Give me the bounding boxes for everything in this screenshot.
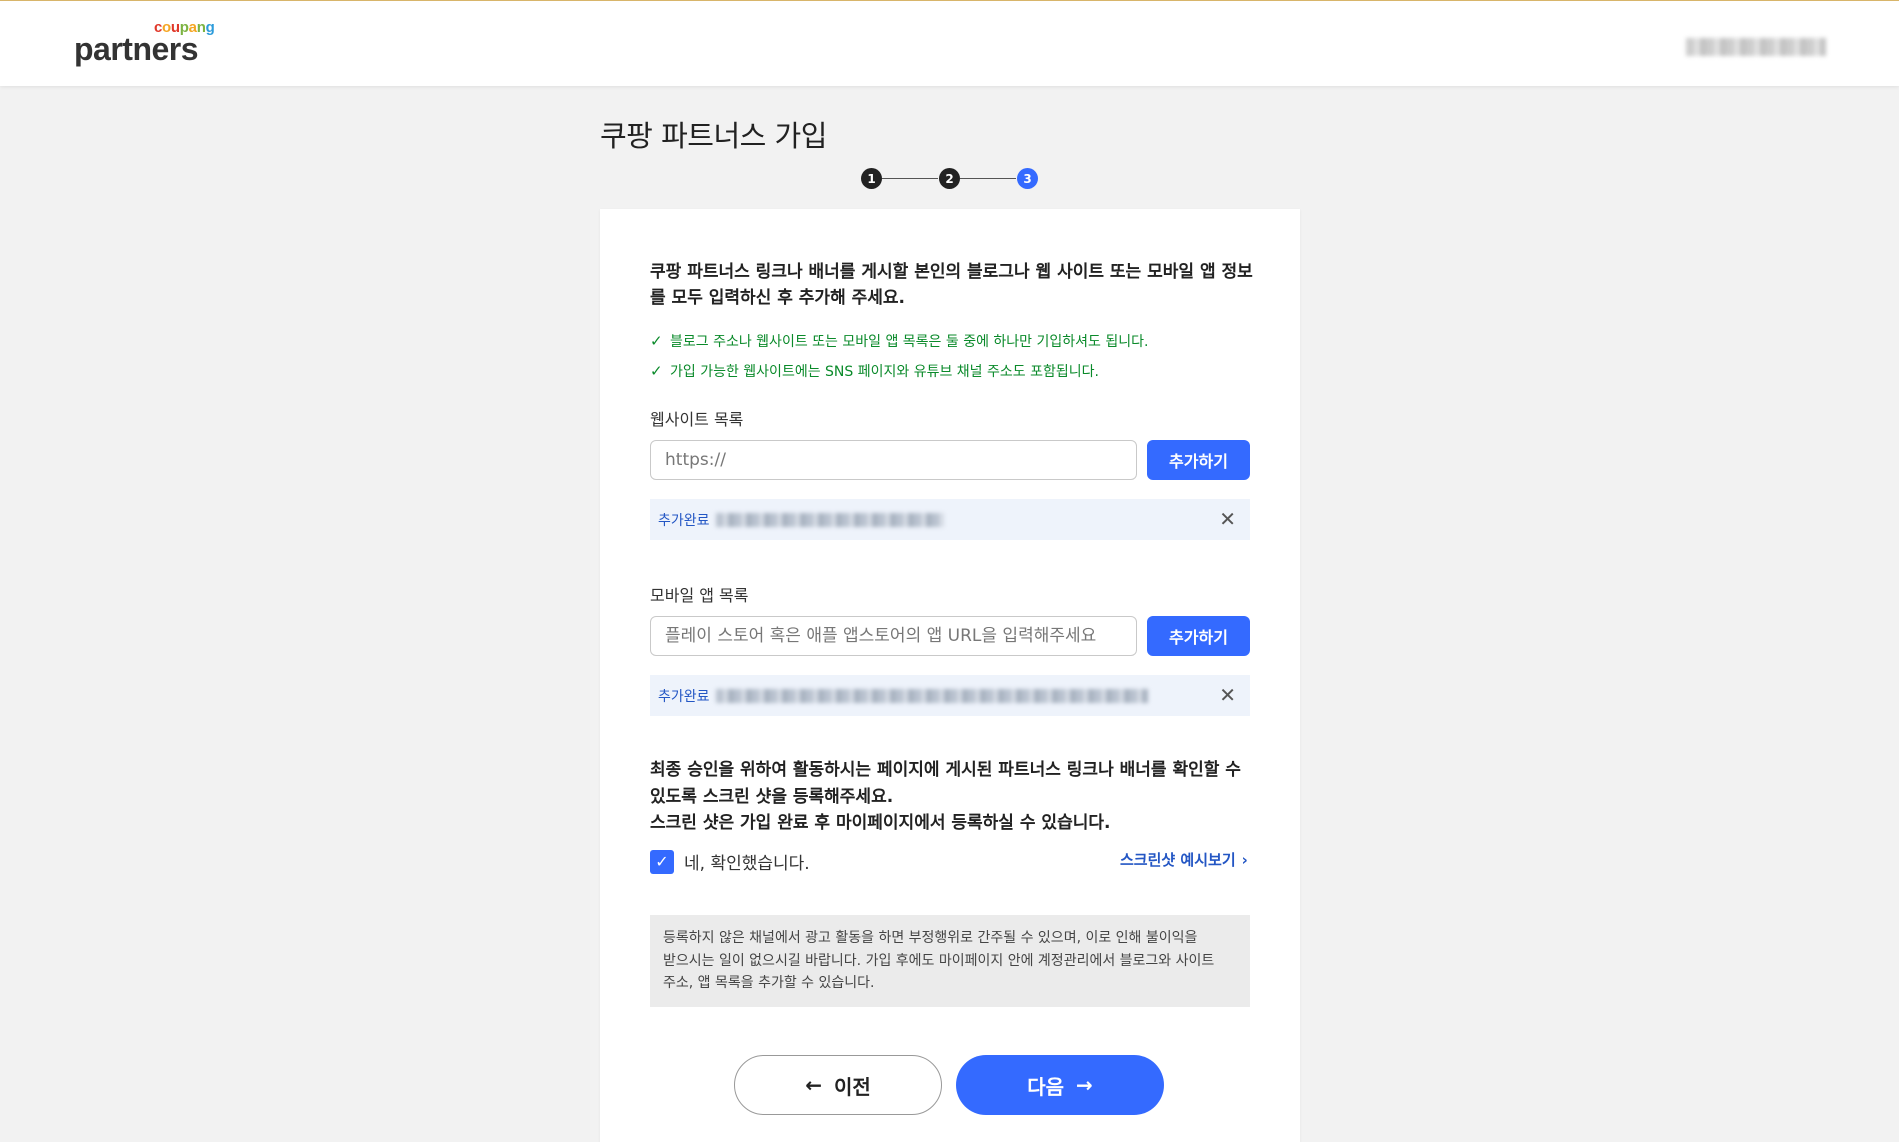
- website-list-label: 웹사이트 목록: [650, 410, 744, 429]
- blurred-app-url: [715, 688, 1148, 703]
- step-indicator: 1 2 3: [861, 168, 1039, 190]
- info-line: 받으시는 일이 없으시길 바랍니다. 가입 후에도 마이페이지 안에 계정관리에…: [663, 952, 1215, 969]
- confirm-checkbox-row[interactable]: ✓ 네, 확인했습니다.: [650, 849, 810, 874]
- added-app-item: 추가완료 ✕: [650, 675, 1250, 716]
- added-website-item: 추가완료 ✕: [650, 499, 1250, 540]
- app-list-label: 모바일 앱 목록: [650, 586, 749, 605]
- notice-line: 스크린 샷은 가입 완료 후 마이페이지에서 등록하실 수 있습니다.: [650, 813, 1111, 833]
- check-note-2: ✓ 가입 가능한 웹사이트에는 SNS 페이지와 유튜브 채널 주소도 포함됩니…: [650, 361, 1099, 381]
- previous-button[interactable]: ← 이전: [734, 1055, 942, 1115]
- notice-line: 최종 승인을 위하여 활동하시는 페이지에 게시된 파트너스 링크나 배너를 확…: [650, 760, 1241, 780]
- screenshot-notice: 최종 승인을 위하여 활동하시는 페이지에 게시된 파트너스 링크나 배너를 확…: [650, 757, 1250, 837]
- info-box: 등록하지 않은 채널에서 광고 활동을 하면 부정행위로 간주될 수 있으며, …: [650, 915, 1250, 1007]
- check-note-text: 가입 가능한 웹사이트에는 SNS 페이지와 유튜브 채널 주소도 포함됩니다.: [670, 364, 1099, 380]
- next-button[interactable]: 다음 →: [956, 1055, 1164, 1115]
- preview-link-text[interactable]: 스크린샷 예시보기: [1120, 849, 1236, 870]
- previous-label: 이전: [833, 1074, 871, 1099]
- close-icon[interactable]: ✕: [1219, 685, 1236, 705]
- website-url-input[interactable]: [650, 440, 1137, 480]
- logo-partners-text: partners: [74, 31, 199, 67]
- added-status-tag: 추가완료: [658, 688, 710, 705]
- step-2: 2: [939, 168, 960, 189]
- close-icon[interactable]: ✕: [1219, 509, 1236, 529]
- confirm-label[interactable]: 네, 확인했습니다.: [684, 849, 810, 874]
- step-connector: [960, 178, 1016, 179]
- checkbox-checked-icon[interactable]: ✓: [650, 849, 674, 874]
- info-line: 주소, 앱 목록을 추가할 수 있습니다.: [663, 975, 875, 991]
- check-note-text: 블로그 주소나 웹사이트 또는 모바일 앱 목록은 둘 중에 하나만 기입하셔도…: [670, 334, 1149, 350]
- notice-line: 있도록 스크린 샷을 등록해주세요.: [650, 786, 894, 807]
- add-app-button[interactable]: 추가하기: [1147, 616, 1250, 656]
- app-url-input[interactable]: [650, 616, 1137, 656]
- step-1: 1: [861, 168, 882, 189]
- top-header: coupang partners: [0, 0, 1899, 86]
- page-title: 쿠팡 파트너스 가입: [600, 119, 827, 153]
- chevron-right-icon: ›: [1241, 850, 1248, 869]
- blurred-website-url: [715, 512, 944, 527]
- arrow-right-icon: →: [1076, 1073, 1093, 1097]
- check-icon: ✓: [650, 362, 663, 380]
- intro-text: 쿠팡 파트너스 링크나 배너를 게시할 본인의 블로그나 웹 사이트 또는 모바…: [650, 262, 1253, 308]
- check-icon: ✓: [650, 332, 663, 350]
- step-connector: [882, 178, 938, 179]
- info-line: 등록하지 않은 채널에서 광고 활동을 하면 부정행위로 간주될 수 있으며, …: [663, 930, 1198, 946]
- screenshot-preview-link[interactable]: 스크린샷 예시보기 ›: [1120, 849, 1248, 870]
- signup-card: 쿠팡 파트너스 링크나 배너를 게시할 본인의 블로그나 웹 사이트 또는 모바…: [600, 209, 1300, 1142]
- step-3-active: 3: [1017, 168, 1038, 189]
- check-note-1: ✓ 블로그 주소나 웹사이트 또는 모바일 앱 목록은 둘 중에 하나만 기입하…: [650, 331, 1148, 351]
- added-status-tag: 추가완료: [658, 512, 710, 529]
- user-account-blurred[interactable]: [1686, 38, 1826, 56]
- coupang-partners-logo[interactable]: coupang partners: [74, 19, 224, 69]
- arrow-left-icon: ←: [805, 1073, 822, 1097]
- add-website-button[interactable]: 추가하기: [1147, 440, 1250, 480]
- next-label: 다음: [1027, 1074, 1065, 1099]
